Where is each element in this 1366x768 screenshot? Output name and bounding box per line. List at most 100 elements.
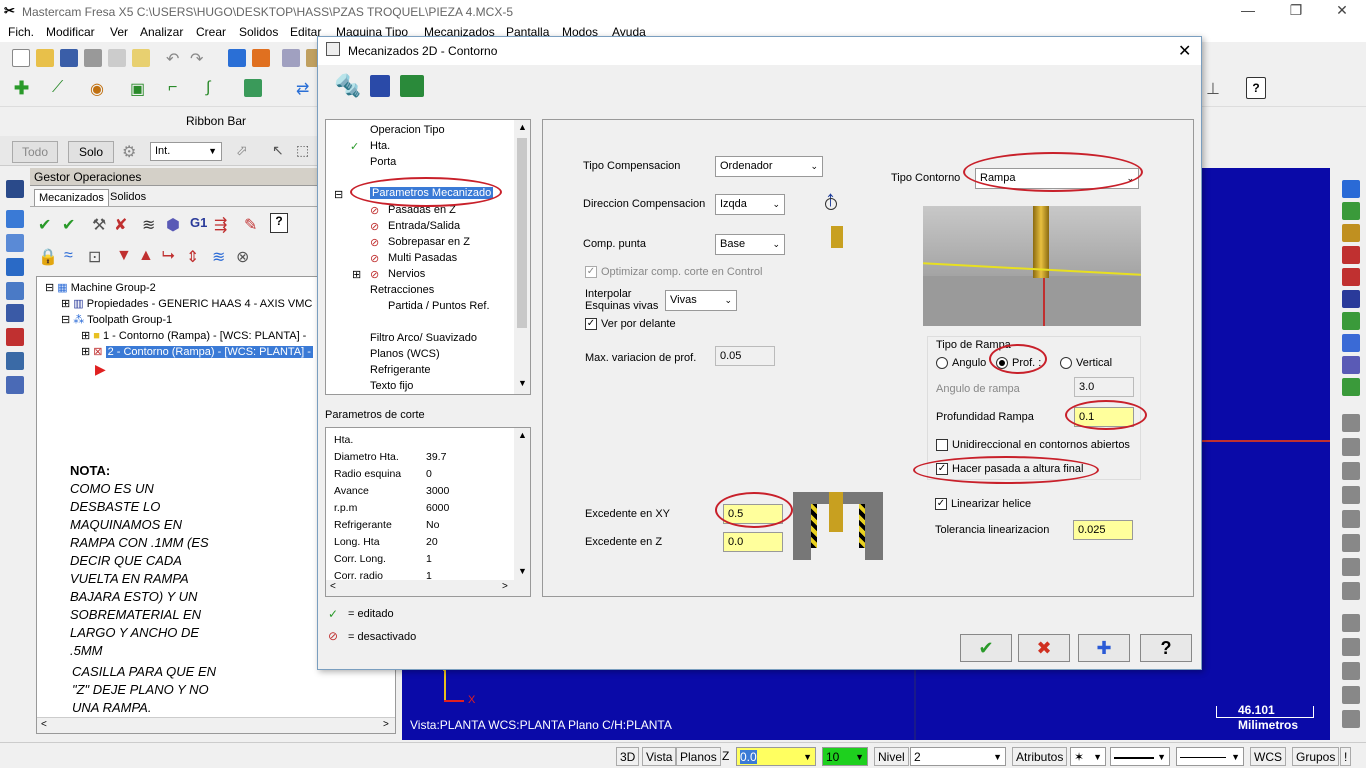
linearizar-checkbox[interactable]: ✓	[935, 498, 947, 510]
planos-button[interactable]: Planos	[676, 747, 721, 766]
wcs-icon[interactable]	[1342, 356, 1360, 374]
lock-icon[interactable]: 🔒	[38, 247, 58, 267]
help-icon[interactable]: ?	[1246, 77, 1266, 99]
menu-fich[interactable]: Fich.	[8, 25, 34, 39]
rotate-icon[interactable]	[1342, 558, 1360, 576]
dir-comp-combo[interactable]: Izqda ⌄	[715, 194, 785, 215]
op-manager-icon[interactable]	[6, 180, 24, 198]
project-icon[interactable]	[1342, 638, 1360, 656]
tree-vscrollbar[interactable]: ▲ ▼	[514, 120, 530, 394]
tolerancia-field[interactable]: 0.025	[1073, 520, 1133, 540]
apply-button[interactable]: ✚	[1078, 634, 1130, 662]
cancel-button[interactable]: ✖	[1018, 634, 1070, 662]
params-vscrollbar[interactable]: ▲ ▼	[514, 428, 530, 580]
analyze-icon[interactable]	[252, 49, 270, 67]
shading-icon[interactable]	[1342, 224, 1360, 242]
snap-icon[interactable]	[228, 49, 246, 67]
zoom-icon[interactable]	[282, 49, 300, 67]
scroll-right-icon[interactable]: >	[502, 581, 508, 592]
rampa-vertical-radio[interactable]	[1060, 357, 1072, 369]
translate-icon[interactable]	[1342, 614, 1360, 632]
move-up-icon[interactable]: ▲	[138, 247, 154, 265]
tree-row-op-1[interactable]: ⊞ ■ 1 - Contorno (Rampa) - [WCS: PLANTA]…	[81, 329, 306, 342]
rampa-angulo-radio[interactable]	[936, 357, 948, 369]
vista-button[interactable]: Vista	[642, 747, 677, 766]
wcs-button[interactable]: WCS	[1250, 747, 1286, 766]
circle-icon[interactable]: ◉	[90, 79, 108, 98]
grupos-button[interactable]: Grupos	[1292, 747, 1340, 766]
restore-button[interactable]: ❐	[1276, 2, 1316, 22]
delete-ops-icon[interactable]: ✎	[244, 215, 257, 235]
dialog-help-button[interactable]: ?	[1140, 634, 1192, 662]
print-icon[interactable]	[84, 49, 102, 67]
window-select-icon[interactable]: ⬚	[296, 142, 309, 159]
only-display-icon[interactable]: ⊗	[236, 247, 249, 267]
scroll-up-icon[interactable]: ▲	[518, 122, 527, 132]
toolpath-icon[interactable]	[6, 210, 24, 228]
nivel-combo[interactable]: 2 ▼	[910, 747, 1006, 766]
extend-icon[interactable]	[1342, 486, 1360, 504]
redo-icon[interactable]: ↷	[190, 49, 208, 68]
tree-row-op-2[interactable]: ⊞ ⊠ 2 - Contorno (Rampa) - [WCS: PLANTA]…	[81, 345, 313, 358]
tab-mecanizados[interactable]: Mecanizados	[34, 189, 109, 206]
int-combo[interactable]: Int. ▼	[150, 142, 222, 161]
menu-ver[interactable]: Ver	[110, 25, 128, 39]
arrow-select-icon[interactable]: ⬀	[236, 142, 248, 159]
settings-icon[interactable]	[6, 304, 24, 322]
tree-porta[interactable]: Porta	[370, 156, 396, 168]
save-icon[interactable]	[60, 49, 78, 67]
menu-solidos[interactable]: Solidos	[239, 25, 278, 39]
backplot-icon[interactable]: ≋	[142, 215, 155, 235]
scroll-up-icon[interactable]: ▲	[518, 430, 527, 440]
transform-icon[interactable]: ⇄	[296, 79, 314, 98]
tree-operacion-tipo[interactable]: Operacion Tipo	[370, 124, 445, 136]
tree-multi-pasadas[interactable]: Multi Pasadas	[388, 252, 457, 264]
optimizar-checkbox[interactable]: ✓	[585, 266, 597, 278]
line-icon[interactable]: ⟋	[52, 79, 70, 97]
todo-button[interactable]: Todo	[12, 141, 58, 163]
ver-delante-checkbox[interactable]: ✓	[585, 318, 597, 330]
unidireccional-checkbox[interactable]	[936, 439, 948, 451]
tree-planos[interactable]: Planos (WCS)	[370, 348, 440, 360]
expand-icon[interactable]: ⊟	[334, 188, 343, 201]
tab-solidos[interactable]: Solidos	[106, 189, 150, 205]
alert-button[interactable]: !	[1340, 747, 1352, 766]
tree-nervios[interactable]: Nervios	[388, 268, 425, 280]
tree-texto-fijo[interactable]: Texto fijo	[370, 380, 413, 392]
regen-dirty-icon[interactable]: ✘	[114, 215, 127, 235]
top-view-icon[interactable]	[1342, 180, 1360, 198]
interpolar-combo[interactable]: Vivas ⌄	[665, 290, 737, 311]
tree-entrada-salida[interactable]: Entrada/Salida	[388, 220, 460, 232]
tree-row-toolpath-group[interactable]: ⊟ ⁂ Toolpath Group-1	[61, 313, 172, 326]
tree-hscrollbar[interactable]: < >	[37, 717, 395, 733]
join-icon[interactable]	[1342, 462, 1360, 480]
tree-sobrepasar-z[interactable]: Sobrepasar en Z	[388, 236, 470, 248]
save-defaults-icon[interactable]	[400, 75, 424, 97]
rectangle-icon[interactable]: ▣	[130, 79, 148, 98]
wrap-icon[interactable]	[1342, 686, 1360, 704]
open-folder-icon[interactable]	[36, 49, 54, 67]
recent-icon[interactable]	[6, 328, 24, 346]
break-icon[interactable]	[1342, 438, 1360, 456]
tree-filtro-arco[interactable]: Filtro Arco/ Suavizado	[370, 332, 477, 344]
fillet-icon[interactable]: ⌐	[168, 79, 186, 97]
params-hscrollbar[interactable]: < >	[326, 580, 530, 596]
z-value-field[interactable]: 0.0 ▼	[736, 747, 816, 766]
cplane-icon[interactable]	[1342, 312, 1360, 330]
tree-row-machine-group[interactable]: ⊟ ▦ Machine Group-2	[45, 281, 156, 294]
post-icon[interactable]: G1	[190, 215, 207, 230]
scroll-left-icon[interactable]: <	[330, 581, 336, 592]
side-view-icon[interactable]	[1342, 268, 1360, 286]
drag-icon[interactable]	[1342, 710, 1360, 728]
undo-icon[interactable]: ↶	[166, 49, 184, 68]
point-style-combo[interactable]: ✶ ▼	[1070, 747, 1106, 766]
select-invalid-icon[interactable]: ✔	[62, 215, 75, 235]
tree-partida[interactable]: Partida / Puntos Ref.	[388, 300, 490, 312]
add-point-icon[interactable]: ✚	[14, 79, 32, 97]
tree-row-propiedades[interactable]: ⊞ ▥ Propiedades - GENERIC HAAS 4 - AXIS …	[61, 297, 312, 310]
line-style-combo[interactable]: ▼	[1110, 747, 1170, 766]
trim-icon[interactable]	[1342, 414, 1360, 432]
menu-crear[interactable]: Crear	[196, 25, 226, 39]
tplane-icon[interactable]	[1342, 334, 1360, 352]
angulo-rampa-field[interactable]: 3.0	[1074, 377, 1134, 397]
